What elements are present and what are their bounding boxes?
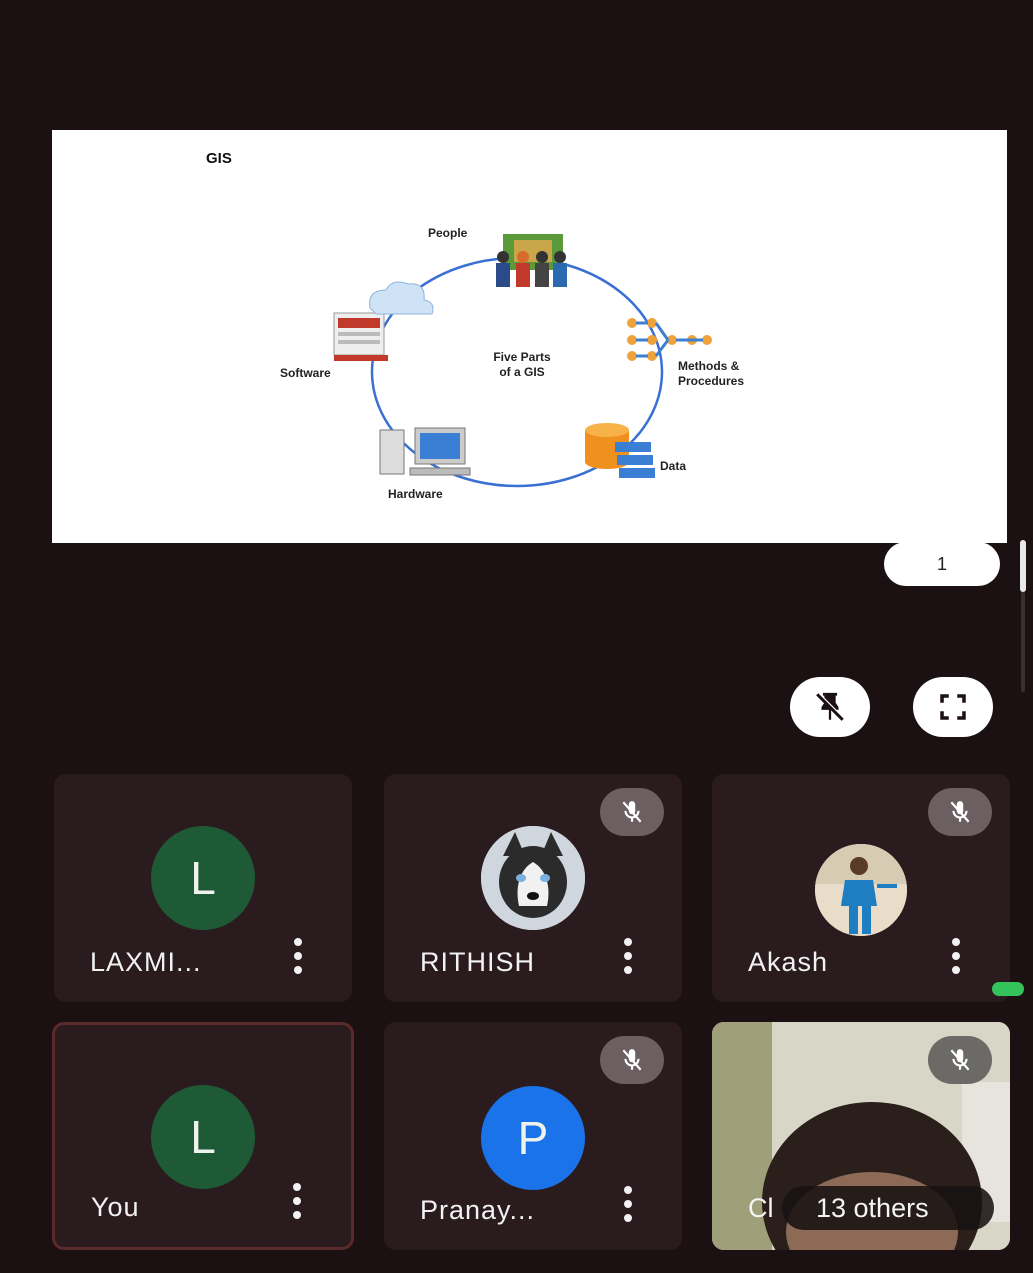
participant-tile[interactable]: Akash [712,774,1010,1002]
avatar [481,826,585,930]
more-options-button[interactable] [942,938,970,974]
mic-off-icon [600,1036,664,1084]
others-count-label: 13 others [816,1192,929,1223]
more-options-button[interactable] [284,938,312,974]
participant-name: LAXMI... [90,947,202,977]
software-icon [333,281,434,361]
more-options-button[interactable] [614,938,642,974]
people-icon [496,234,567,287]
fullscreen-icon [940,694,966,720]
others-count-button[interactable]: 13 others [782,1186,994,1230]
participant-name: You [91,1192,140,1222]
participant-name-prefix: Cl [748,1193,774,1223]
participant-tile[interactable]: RITHISH [384,774,682,1002]
scrollbar-track[interactable] [1021,592,1025,692]
label-center: Five Parts of a GIS [493,350,551,379]
presentation-slide: GIS People Five Parts of a GIS Methods &… [52,130,1007,543]
avatar: P [481,1086,585,1190]
participant-tile[interactable]: L LAXMI... [54,774,352,1002]
label-people: People [428,226,468,240]
unpin-button[interactable] [790,677,870,737]
page-indicator: 1 [884,542,1000,586]
participant-tile-self[interactable]: L You [52,1022,354,1250]
label-methods: Methods & Procedures [678,359,745,388]
unpin-icon [816,692,845,721]
methods-icon [627,318,712,361]
gis-diagram [333,234,712,488]
more-options-button[interactable] [283,1183,311,1219]
mic-off-icon [928,788,992,836]
avatar [815,844,907,936]
person-photo-icon [815,844,907,936]
active-indicator [992,982,1024,996]
fullscreen-button[interactable] [913,677,993,737]
database-icon [585,423,655,478]
label-data: Data [660,459,687,473]
husky-avatar-icon [481,826,585,930]
participant-name: Akash [748,947,829,977]
more-options-button[interactable] [614,1186,642,1222]
avatar: L [151,1085,255,1189]
participant-name: RITHISH [420,947,535,977]
participant-tile-video[interactable]: Cl 13 others [712,1022,1010,1250]
computer-icon [379,427,471,476]
participant-name: Pranay... [420,1195,536,1225]
participant-tile[interactable]: P Pranay... [384,1022,682,1250]
label-software: Software [280,366,331,380]
avatar: L [151,826,255,930]
label-hardware: Hardware [388,487,443,501]
mic-off-icon [928,1036,992,1084]
scrollbar-thumb[interactable] [1020,540,1026,592]
mic-off-icon [600,788,664,836]
